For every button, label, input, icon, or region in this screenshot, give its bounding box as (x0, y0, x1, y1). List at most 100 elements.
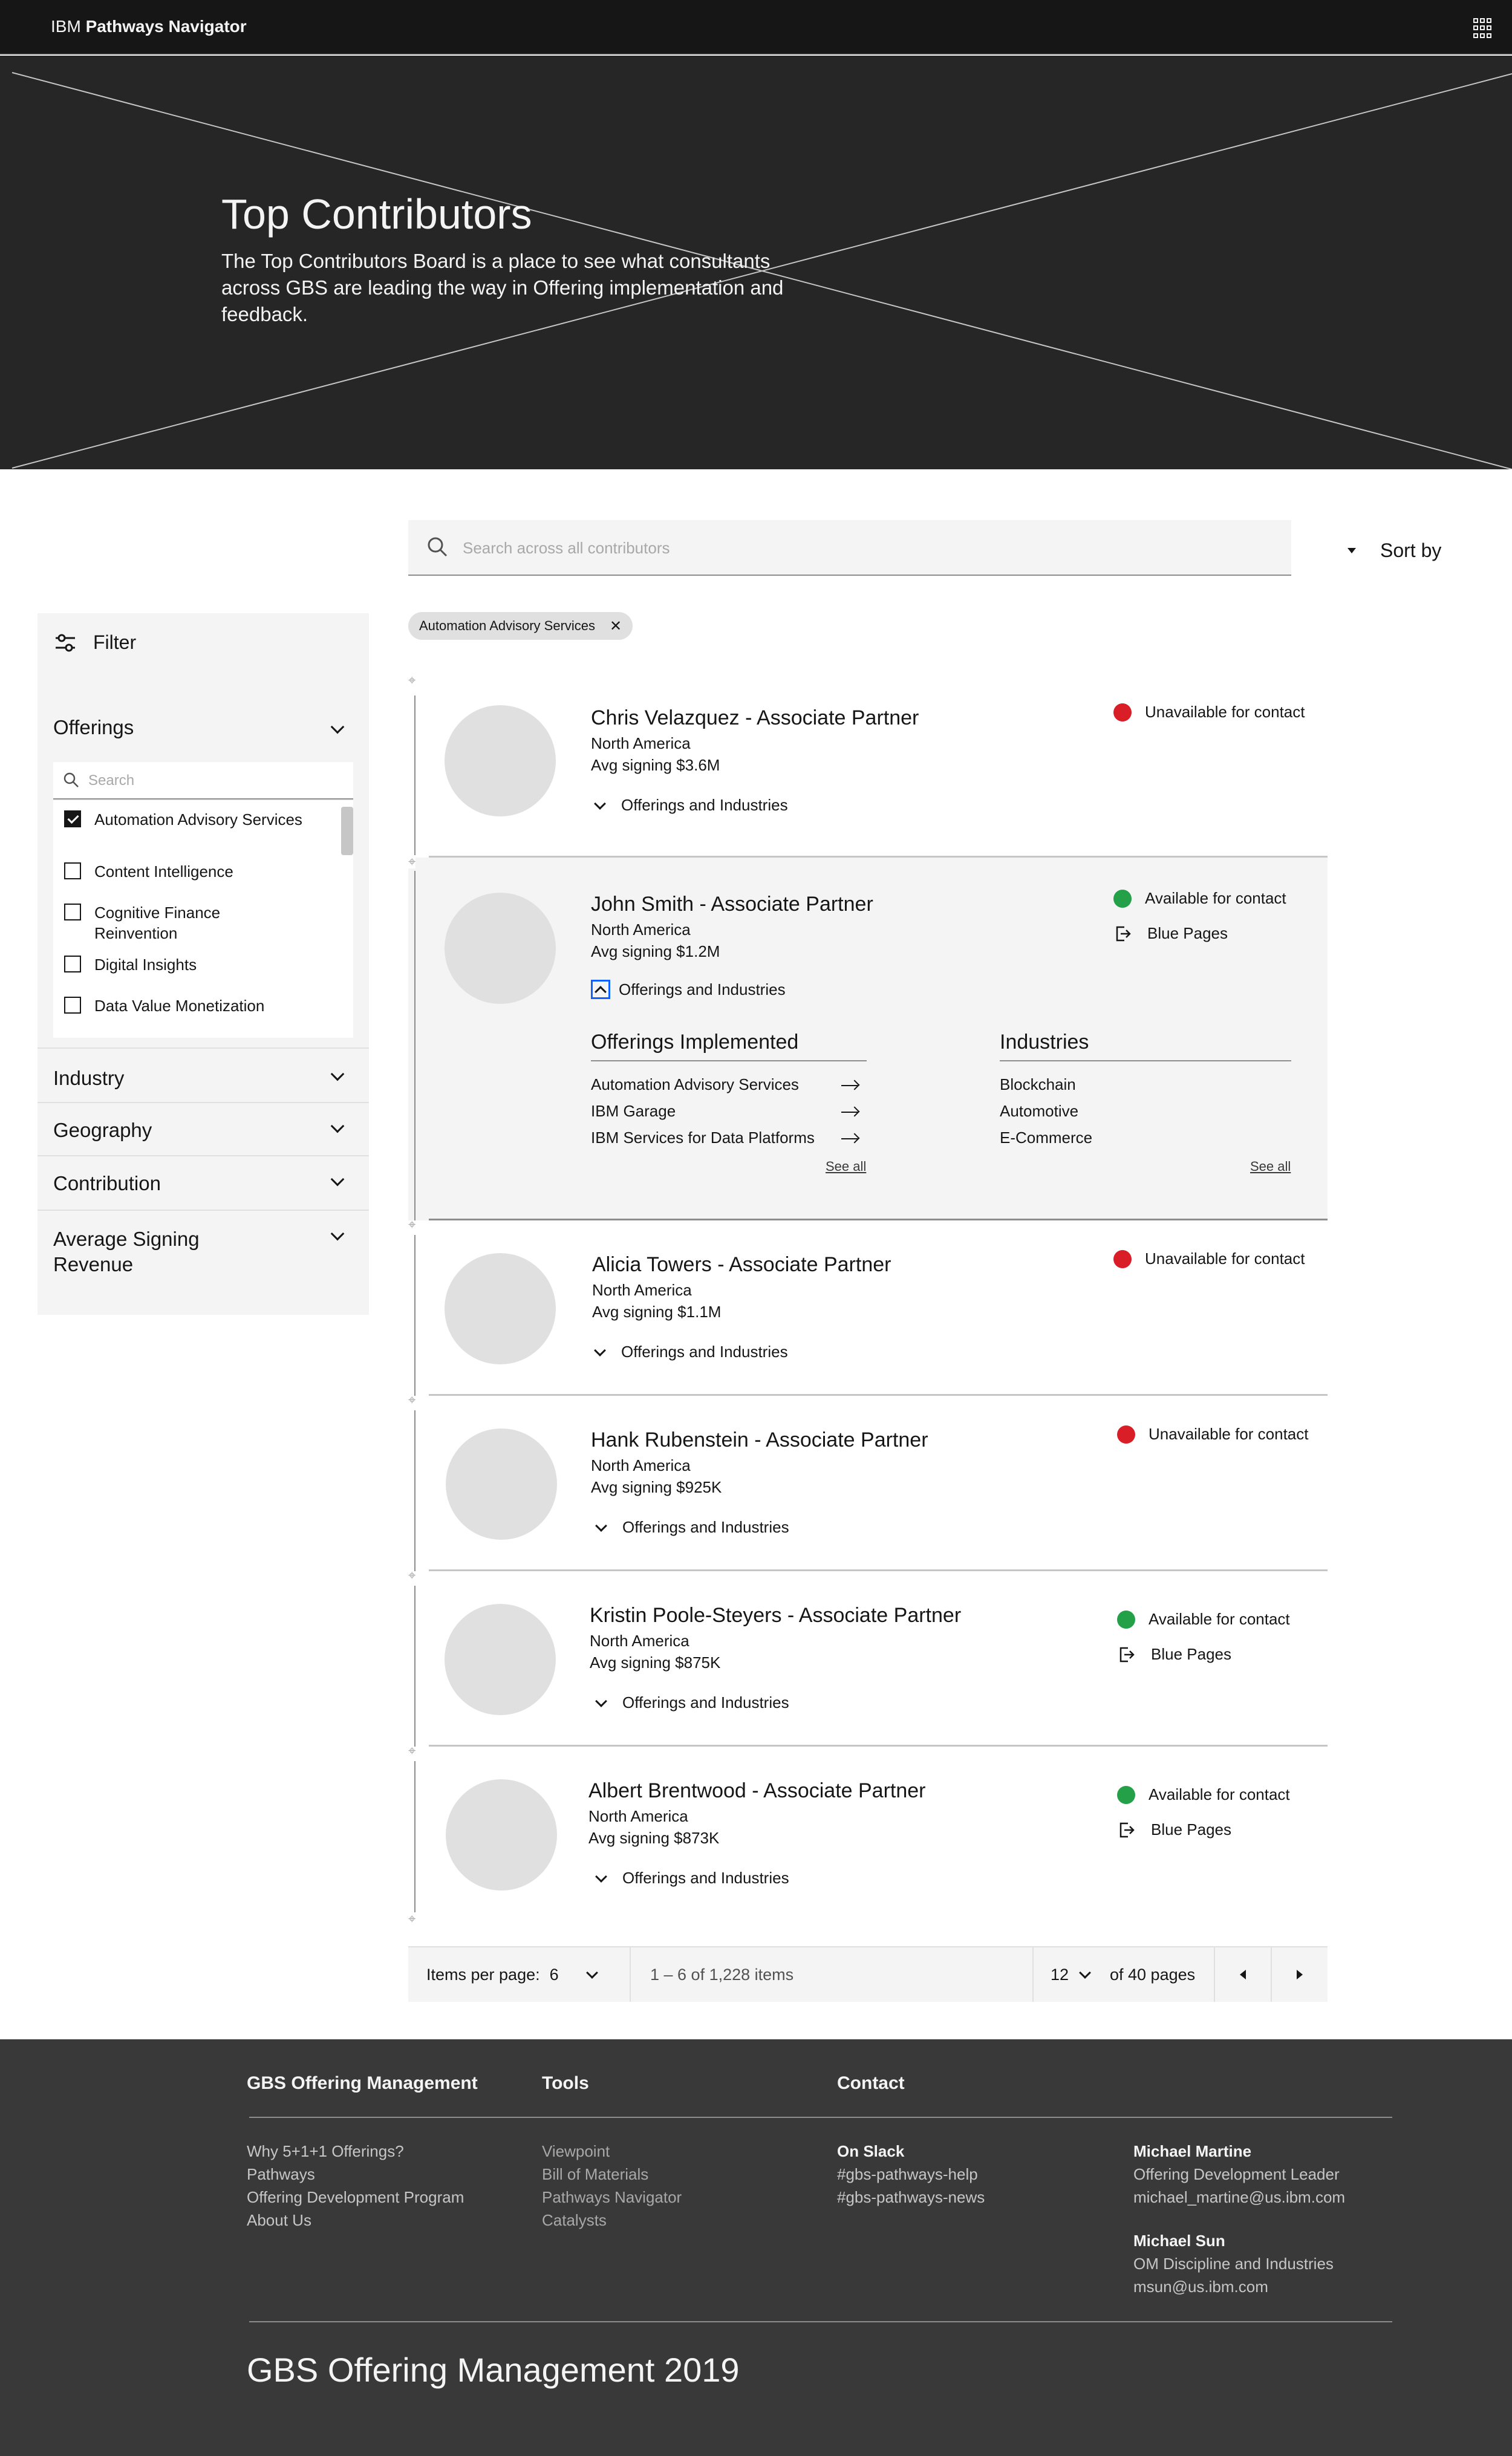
footer-link[interactable]: Pathways (247, 2163, 315, 2186)
filter-header: Filter (54, 631, 136, 654)
offerings-industries-toggle[interactable]: Offerings and Industries (591, 1343, 788, 1361)
caret-right-icon (1297, 1970, 1303, 1979)
footer-col-title: Contact (837, 2073, 905, 2093)
slack-channel-link[interactable]: #gbs-pathways-help (837, 2163, 978, 2186)
status-dot-icon (1117, 1785, 1135, 1804)
contributor-name[interactable]: Albert Brentwood - Associate Partner (588, 1779, 926, 1803)
contributor-card: ⌖ Chris Velazquez - Associate Partner No… (408, 671, 1328, 858)
offerings-search-input[interactable] (88, 770, 342, 791)
offerings-industries-toggle[interactable]: Offerings and Industries (592, 1693, 789, 1712)
filter-tag-label: Automation Advisory Services (419, 618, 596, 633)
footer-link[interactable]: Pathways Navigator (542, 2186, 682, 2209)
blue-pages-link[interactable]: Blue Pages (1117, 1645, 1231, 1664)
status-dot-icon (1117, 1425, 1135, 1444)
contribution-section-title: Contribution (53, 1172, 161, 1194)
blue-pages-label: Blue Pages (1147, 924, 1228, 942)
contributor-name[interactable]: Chris Velazquez - Associate Partner (591, 706, 919, 730)
industry-item: Automotive (1000, 1102, 1079, 1120)
contact-status: Available for contact (1117, 1610, 1290, 1629)
contact-status: Unavailable for contact (1117, 1425, 1308, 1444)
footer-link[interactable]: Offering Development Program (247, 2186, 464, 2209)
close-icon[interactable]: ✕ (610, 617, 622, 635)
checkbox[interactable] (64, 997, 81, 1014)
chevron-down-icon[interactable] (330, 720, 345, 734)
industry-section[interactable]: Industry (37, 1047, 369, 1102)
avatar (446, 1779, 557, 1891)
sort-dropdown[interactable]: Sort by (1347, 536, 1441, 565)
footer: GBS Offering Management Tools Contact Wh… (0, 2039, 1512, 2456)
chevron-down-icon (595, 1519, 607, 1532)
avatar (445, 705, 556, 816)
chevron-down-icon (585, 1967, 598, 1979)
scrollbar-thumb[interactable] (341, 807, 353, 855)
contribution-section[interactable]: Contribution (37, 1155, 369, 1210)
page-count: of 40 pages (1110, 1965, 1196, 1984)
offering-link[interactable]: IBM Garage (591, 1102, 676, 1121)
search-icon (64, 772, 79, 787)
contributor-card: ⌖ ⌖ Albert Brentwood - Associate Partner… (408, 1743, 1290, 1926)
items-per-page-select[interactable]: Items per page: 6 (426, 1947, 598, 2002)
footer-link[interactable]: Catalysts (542, 2209, 607, 2232)
arrow-right-icon[interactable] (841, 1112, 858, 1113)
footer-link[interactable]: About Us (247, 2209, 311, 2232)
brand-prefix: IBM (51, 17, 81, 36)
checkbox[interactable] (64, 956, 81, 972)
contributor-card: ⌖ Alicia Towers - Associate Partner Nort… (408, 1218, 1328, 1396)
offerings-section-title[interactable]: Offerings (53, 716, 134, 739)
industry-item: Blockchain (1000, 1075, 1076, 1093)
geography-section[interactable]: Geography (37, 1102, 369, 1155)
blue-pages-link[interactable]: Blue Pages (1113, 924, 1228, 943)
offering-option[interactable]: Digital Insights (64, 954, 324, 975)
offering-option[interactable]: Data Value Monetization (64, 995, 324, 1016)
contributor-name[interactable]: Alicia Towers - Associate Partner (592, 1253, 891, 1277)
previous-page-button[interactable] (1215, 1947, 1271, 2002)
page-title: Top Contributors (221, 191, 532, 238)
offering-link[interactable]: Automation Advisory Services (591, 1075, 799, 1094)
brand-product: Pathways Navigator (85, 17, 247, 36)
contributor-region: North America (591, 920, 691, 939)
offering-option[interactable]: Content Intelligence (64, 861, 324, 882)
checkbox-checked[interactable] (64, 810, 81, 827)
checkbox[interactable] (64, 862, 81, 879)
checkbox[interactable] (64, 904, 81, 920)
page-select[interactable]: 12 (1051, 1947, 1091, 2002)
see-all-offerings-link[interactable]: See all (826, 1159, 866, 1174)
footer-link[interactable]: Why 5+1+1 Offerings? (247, 2140, 404, 2163)
slack-channel-link[interactable]: #gbs-pathways-news (837, 2186, 985, 2209)
contributor-name[interactable]: John Smith - Associate Partner (591, 893, 873, 916)
toggle-label: Offerings and Industries (619, 980, 786, 998)
contact-status: Available for contact (1117, 1785, 1290, 1804)
offerings-industries-toggle[interactable]: Offerings and Industries (592, 1869, 789, 1888)
offerings-industries-toggle[interactable]: Offerings and Industries (591, 796, 788, 815)
next-page-button[interactable] (1272, 1947, 1328, 2002)
offering-option[interactable]: Automation Advisory Services (64, 809, 324, 830)
avg-revenue-section[interactable]: Average Signing Revenue (37, 1210, 369, 1288)
offering-link[interactable]: IBM Services for Data Platforms (591, 1129, 815, 1147)
items-per-page-label: Items per page: (426, 1965, 540, 1984)
app-switcher-icon[interactable] (1473, 18, 1494, 39)
see-all-industries-link[interactable]: See all (1250, 1159, 1291, 1174)
arrow-right-icon[interactable] (841, 1085, 858, 1086)
status-label: Unavailable for contact (1145, 1249, 1305, 1268)
hero-banner: Top Contributors The Top Contributors Bo… (0, 56, 1512, 469)
footer-link[interactable]: Viewpoint (542, 2140, 610, 2163)
offering-option[interactable]: Cognitive Finance Reinvention (64, 902, 252, 943)
contributor-name[interactable]: Hank Rubenstein - Associate Partner (591, 1428, 928, 1452)
avatar (445, 893, 556, 1004)
chevron-down-icon (1079, 1967, 1091, 1979)
offerings-industries-toggle[interactable]: Offerings and Industries (592, 1518, 789, 1537)
active-filter-tag[interactable]: Automation Advisory Services ✕ (408, 612, 633, 640)
status-label: Unavailable for contact (1149, 1425, 1309, 1443)
contact-email[interactable]: msun@us.ibm.com (1133, 2275, 1268, 2298)
arrow-right-icon[interactable] (841, 1138, 858, 1139)
search-icon (428, 537, 448, 557)
toggle-label: Offerings and Industries (622, 1518, 789, 1536)
footer-link[interactable]: Bill of Materials (542, 2163, 648, 2186)
offerings-industries-toggle[interactable]: Offerings and Industries (591, 980, 786, 999)
footer-copyright: GBS Offering Management 2019 (247, 2351, 740, 2389)
blue-pages-link[interactable]: Blue Pages (1117, 1820, 1231, 1839)
search-input[interactable] (463, 533, 1273, 562)
contributor-name[interactable]: Kristin Poole-Steyers - Associate Partne… (590, 1604, 961, 1627)
contact-email[interactable]: michael_martine@us.ibm.com (1133, 2186, 1345, 2209)
brand-name[interactable]: IBM Pathways Navigator (51, 17, 247, 36)
